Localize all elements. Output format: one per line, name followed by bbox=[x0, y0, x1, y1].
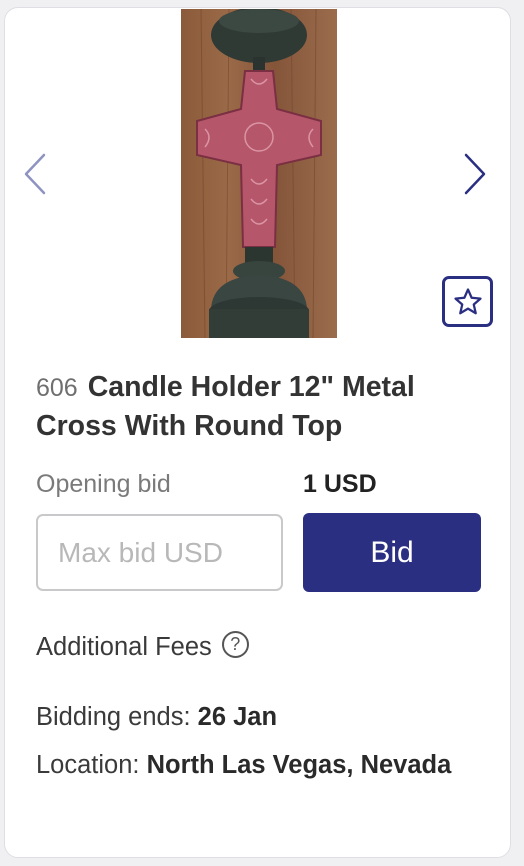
bidding-ends: Bidding ends: 26 Jan bbox=[36, 703, 277, 732]
location: Location: North Las Vegas, Nevada bbox=[36, 751, 451, 780]
chevron-right-icon bbox=[464, 153, 486, 195]
lot-title-text: Candle Holder 12" Metal Cross With Round… bbox=[36, 371, 415, 442]
bidding-ends-value: 26 Jan bbox=[197, 703, 278, 731]
star-icon bbox=[453, 287, 482, 314]
location-value: North Las Vegas, Nevada bbox=[146, 751, 452, 779]
additional-fees-label: Additional Fees bbox=[36, 633, 212, 661]
lot-number: 606 bbox=[36, 374, 78, 402]
chevron-left-icon bbox=[24, 153, 46, 195]
favorite-button[interactable] bbox=[442, 276, 493, 327]
next-image-button[interactable] bbox=[455, 146, 495, 202]
opening-bid-value: 1 USD bbox=[303, 470, 377, 498]
location-label: Location: bbox=[36, 751, 140, 779]
lot-photo[interactable] bbox=[181, 9, 337, 338]
previous-image-button[interactable] bbox=[15, 146, 55, 202]
question-circle-icon[interactable]: ? bbox=[221, 631, 249, 658]
additional-fees: Additional Fees ? bbox=[36, 631, 249, 662]
opening-bid-label: Opening bid bbox=[36, 470, 171, 498]
bid-button[interactable]: Bid bbox=[303, 513, 481, 592]
auction-lot-card: 606 Candle Holder 12" Metal Cross With Ro… bbox=[4, 7, 511, 858]
lot-title[interactable]: 606 Candle Holder 12" Metal Cross With Ro… bbox=[36, 368, 486, 445]
bidding-ends-label: Bidding ends: bbox=[36, 703, 191, 731]
cross-candle-holder-image bbox=[181, 9, 337, 338]
max-bid-input[interactable] bbox=[36, 514, 283, 591]
image-carousel bbox=[5, 8, 510, 340]
